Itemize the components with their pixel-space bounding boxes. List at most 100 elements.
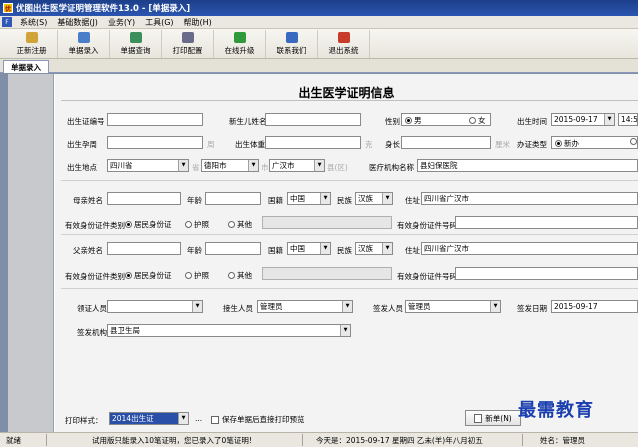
document-query-button[interactable]: 单据查询 [110, 30, 162, 58]
print-style-select[interactable]: 2014出生证 ▼ [109, 412, 189, 425]
cert-type-new-radio[interactable]: 新办 [555, 138, 579, 149]
midwife-label: 接生人员 [223, 304, 253, 313]
mother-ethnic-select[interactable]: 汉族 ▼ [355, 192, 393, 205]
birth-date-picker[interactable]: 2015-09-17 ▼ [551, 113, 615, 126]
issuing-org-label: 签发机构 [77, 328, 107, 337]
gestation-input[interactable] [107, 136, 203, 149]
issuer-select[interactable]: 管理员 ▼ [405, 300, 501, 313]
menu-basic-data[interactable]: 基础数据(J) [52, 17, 103, 28]
gender-male-radio[interactable]: 男 [405, 115, 422, 126]
father-age-label: 年龄 [187, 246, 202, 255]
contact-us-button[interactable]: 联系我们 [266, 30, 318, 58]
exit-system-button[interactable]: 退出系统 [318, 30, 370, 58]
app-icon: 优 [3, 3, 13, 13]
gender-female-radio[interactable]: 女 [469, 115, 486, 126]
mother-id-resident-radio[interactable]: 居民身份证 [125, 219, 172, 230]
chevron-down-icon: ▼ [490, 301, 500, 312]
save-print-preview-checkbox[interactable]: 保存单据后直接打印预览 [211, 414, 305, 425]
issuer-label: 签发人员 [373, 304, 403, 313]
father-nationality-label: 国籍 [268, 246, 283, 255]
mother-name-input[interactable] [107, 192, 181, 205]
section-divider [61, 288, 638, 289]
birth-place-label: 出生地点 [67, 163, 97, 172]
mother-age-input[interactable] [205, 192, 261, 205]
status-today: 今天是：2015-09-17 星期四 乙未(羊)年八月初五 [316, 436, 483, 445]
title-divider [61, 100, 638, 101]
tab-strip: 单据录入 [0, 59, 638, 73]
print-style-label: 打印样式： [65, 416, 103, 425]
mother-id-passport-radio[interactable]: 护照 [185, 219, 209, 230]
status-ready: 就绪 [6, 436, 21, 445]
receiver-select[interactable]: ▼ [107, 300, 203, 313]
city-select[interactable]: 德阳市 ▼ [201, 159, 259, 172]
cert-type-other-radio[interactable] [630, 138, 638, 145]
county-unit: 县(区) [327, 163, 348, 172]
new-document-button[interactable]: 新单(N) [465, 410, 521, 426]
form-area: 出生医学证明信息 出生证编号 新生儿姓名 性别 男 女 出生时间 2015-09… [55, 74, 638, 432]
print-style-more[interactable]: ... [195, 414, 202, 423]
menu-tools[interactable]: 工具(G) [140, 17, 178, 28]
mother-id-other-input[interactable] [262, 216, 392, 229]
mother-address-input[interactable]: 四川省广汉市 [421, 192, 638, 205]
father-nationality-select[interactable]: 中国 ▼ [287, 242, 331, 255]
county-select[interactable]: 广汉市 ▼ [269, 159, 325, 172]
chevron-down-icon: ▼ [340, 325, 350, 336]
father-id-other-radio[interactable]: 其他 [228, 270, 252, 281]
father-id-resident-radio[interactable]: 居民身份证 [125, 270, 172, 281]
document-entry-button[interactable]: 单据录入 [58, 30, 110, 58]
mother-id-other-radio[interactable]: 其他 [228, 219, 252, 230]
weight-input[interactable] [265, 136, 361, 149]
register-icon [25, 32, 38, 43]
status-divider [46, 434, 47, 446]
status-user: 姓名：管理员 [540, 436, 585, 445]
print-config-button[interactable]: 打印配置 [162, 30, 214, 58]
chevron-down-icon: ▼ [382, 193, 392, 204]
father-id-no-input[interactable] [455, 267, 638, 280]
watermark-text: 最需教育 [518, 400, 594, 421]
exit-icon [337, 32, 350, 43]
weight-unit: 克 [365, 140, 373, 149]
father-name-input[interactable] [107, 242, 181, 255]
issue-date-input[interactable]: 2015-09-17 [551, 300, 638, 313]
chevron-down-icon: ▼ [248, 160, 258, 171]
mother-id-no-input[interactable] [455, 216, 638, 229]
menu-system[interactable]: 系统(S) [15, 17, 52, 28]
mother-nationality-select[interactable]: 中国 ▼ [287, 192, 331, 205]
chevron-down-icon: ▼ [382, 243, 392, 254]
midwife-select[interactable]: 管理员 ▼ [257, 300, 353, 313]
mdi-doc-icon[interactable]: F [2, 17, 12, 27]
chevron-down-icon: ▼ [320, 193, 330, 204]
birth-clock-input[interactable]: 14:50 [618, 113, 638, 126]
province-select[interactable]: 四川省 ▼ [107, 159, 189, 172]
search-icon [129, 32, 142, 43]
father-age-input[interactable] [205, 242, 261, 255]
menu-business[interactable]: 业务(Y) [103, 17, 140, 28]
tab-document-entry[interactable]: 单据录入 [3, 60, 49, 73]
father-id-type-label: 有效身份证件类别 [65, 272, 125, 281]
mother-nationality-label: 国籍 [268, 196, 283, 205]
menu-help[interactable]: 帮助(H) [179, 17, 217, 28]
gestation-unit: 周 [207, 140, 215, 149]
height-label: 身长 [385, 140, 400, 149]
chevron-down-icon: ▼ [178, 413, 188, 424]
baby-name-input[interactable] [265, 113, 361, 126]
father-ethnic-select[interactable]: 汉族 ▼ [355, 242, 393, 255]
cert-no-input[interactable] [107, 113, 203, 126]
status-trial-notice: 试用版只能录入10笔证明，您已录入了0笔证明! [92, 436, 252, 445]
register-button[interactable]: 正新注册 [6, 30, 58, 58]
height-input[interactable] [401, 136, 491, 149]
gender-label: 性别 [385, 117, 400, 126]
issuing-org-select[interactable]: 县卫生局 ▼ [107, 324, 351, 337]
father-address-input[interactable]: 四川省广汉市 [421, 242, 638, 255]
father-address-label: 住址 [405, 246, 420, 255]
father-ethnic-label: 民族 [337, 246, 352, 255]
online-upgrade-button[interactable]: 在线升级 [214, 30, 266, 58]
father-id-other-input[interactable] [262, 267, 392, 280]
page-title: 出生医学证明信息 [298, 86, 395, 100]
contact-icon [285, 32, 298, 43]
mother-address-label: 住址 [405, 196, 420, 205]
mother-age-label: 年龄 [187, 196, 202, 205]
section-divider [61, 234, 638, 235]
father-id-passport-radio[interactable]: 护照 [185, 270, 209, 281]
hospital-input[interactable]: 县妇保医院 [417, 159, 638, 172]
